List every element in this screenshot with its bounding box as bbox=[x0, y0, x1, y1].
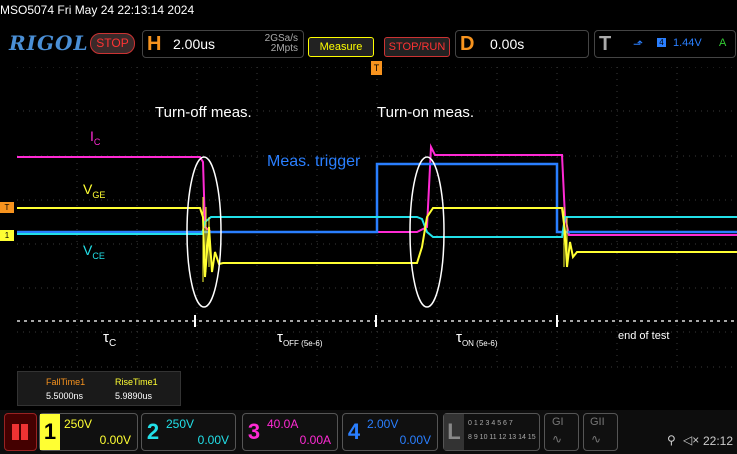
horizontal-panel[interactable]: H 2.00us 2GSa/s 2Mpts bbox=[142, 30, 304, 58]
ch2-offset: 0.00V bbox=[197, 433, 229, 447]
turnon-label: Turn-on meas. bbox=[377, 104, 474, 121]
ch4-waveform bbox=[17, 162, 737, 234]
ch3-box[interactable]: 3 40.0A 0.00A bbox=[242, 413, 338, 451]
measurement-panel[interactable]: FallTime1 5.5000ns RiseTime1 5.9890us bbox=[17, 371, 181, 406]
usb-icon: ⚲ bbox=[667, 433, 676, 447]
trigger-letter: T bbox=[599, 33, 612, 55]
horizontal-scale: 2.00us bbox=[173, 36, 216, 52]
ch3-offset: 0.00A bbox=[299, 433, 331, 447]
ch2-box[interactable]: 2 250V 0.00V bbox=[141, 413, 236, 451]
ch2-scale: 250V bbox=[166, 417, 195, 431]
meas-name: RiseTime1 bbox=[115, 377, 158, 387]
speaker-icon[interactable]: ◁× bbox=[683, 433, 699, 447]
ch4-box[interactable]: 4 2.00V 0.00V bbox=[342, 413, 438, 451]
trigger-level-marker[interactable]: T bbox=[0, 202, 14, 213]
menu-button[interactable] bbox=[4, 413, 37, 451]
g1-label: GI bbox=[552, 416, 564, 428]
trigger-panel[interactable]: T ⬏ 4 1.44V A bbox=[594, 30, 736, 58]
meas-trigger-label: Meas. trigger bbox=[267, 153, 361, 170]
ch1-offset-marker[interactable]: 1 bbox=[0, 230, 14, 241]
la-row1: 0 1 2 3 4 5 6 7 bbox=[468, 420, 513, 427]
trigger-position-marker[interactable]: T bbox=[371, 61, 382, 75]
g2-button[interactable]: GII ∿ bbox=[583, 413, 618, 451]
window-title: MSO5074 Fri May 24 22:13:14 2024 bbox=[0, 3, 195, 17]
g2-label: GII bbox=[590, 416, 605, 428]
ch2-number: 2 bbox=[146, 419, 160, 444]
vge-label: VGE bbox=[83, 181, 106, 200]
la-row2: 8 9 10 11 12 13 14 15 bbox=[468, 434, 536, 441]
g1-button[interactable]: GI ∿ bbox=[544, 413, 579, 451]
run-state-button[interactable]: STOP bbox=[90, 33, 135, 54]
waveform-icon: ∿ bbox=[552, 432, 563, 446]
delay-letter: D bbox=[460, 33, 475, 55]
la-letter: L bbox=[444, 414, 464, 450]
segment-toff: τOFF (5e-6) bbox=[277, 329, 323, 348]
segment-end: end of test bbox=[618, 330, 670, 342]
delay-value: 0.00s bbox=[490, 36, 525, 52]
trigger-mode: A bbox=[719, 37, 727, 49]
trigger-edge-icon: ⬏ bbox=[633, 37, 644, 51]
meas-value: 5.9890us bbox=[115, 391, 153, 401]
ch4-offset: 0.00V bbox=[399, 433, 431, 447]
waveform-icon: ∿ bbox=[591, 432, 602, 446]
ic-label: IC bbox=[90, 128, 101, 147]
clock: 22:12 bbox=[703, 434, 734, 448]
segment-tc: τC bbox=[103, 329, 117, 349]
ch1-number: 1 bbox=[40, 414, 60, 450]
grid-menu-icon bbox=[12, 424, 28, 440]
ch1-scale: 250V bbox=[64, 417, 93, 431]
ch4-number: 4 bbox=[347, 419, 361, 444]
stop-run-button[interactable]: STOP/RUN bbox=[384, 37, 450, 57]
vce-label: VCE bbox=[83, 242, 105, 261]
segment-ton: τON (5e-6) bbox=[456, 329, 498, 348]
ch4-scale: 2.00V bbox=[367, 417, 399, 431]
ch3-scale: 40.0A bbox=[267, 417, 299, 431]
trigger-level: 1.44V bbox=[673, 37, 702, 49]
delay-panel[interactable]: D 0.00s bbox=[455, 30, 589, 58]
measure-button[interactable]: Measure bbox=[308, 37, 374, 57]
horizontal-letter: H bbox=[147, 33, 162, 55]
rigol-logo: RIGOL bbox=[9, 31, 89, 55]
memory-depth: 2Mpts bbox=[270, 43, 298, 54]
la-box[interactable]: L 0 1 2 3 4 5 6 7 8 9 10 11 12 13 14 15 bbox=[443, 413, 540, 451]
trigger-source-icon: 4 bbox=[657, 38, 666, 47]
meas-value: 5.5000ns bbox=[46, 391, 84, 401]
meas-name: FallTime1 bbox=[46, 377, 86, 387]
ch1-offset: 0.00V bbox=[99, 433, 131, 447]
ch3-number: 3 bbox=[247, 419, 261, 444]
turnoff-label: Turn-off meas. bbox=[155, 104, 252, 121]
ch1-box[interactable]: 1 250V 0.00V bbox=[39, 413, 138, 451]
